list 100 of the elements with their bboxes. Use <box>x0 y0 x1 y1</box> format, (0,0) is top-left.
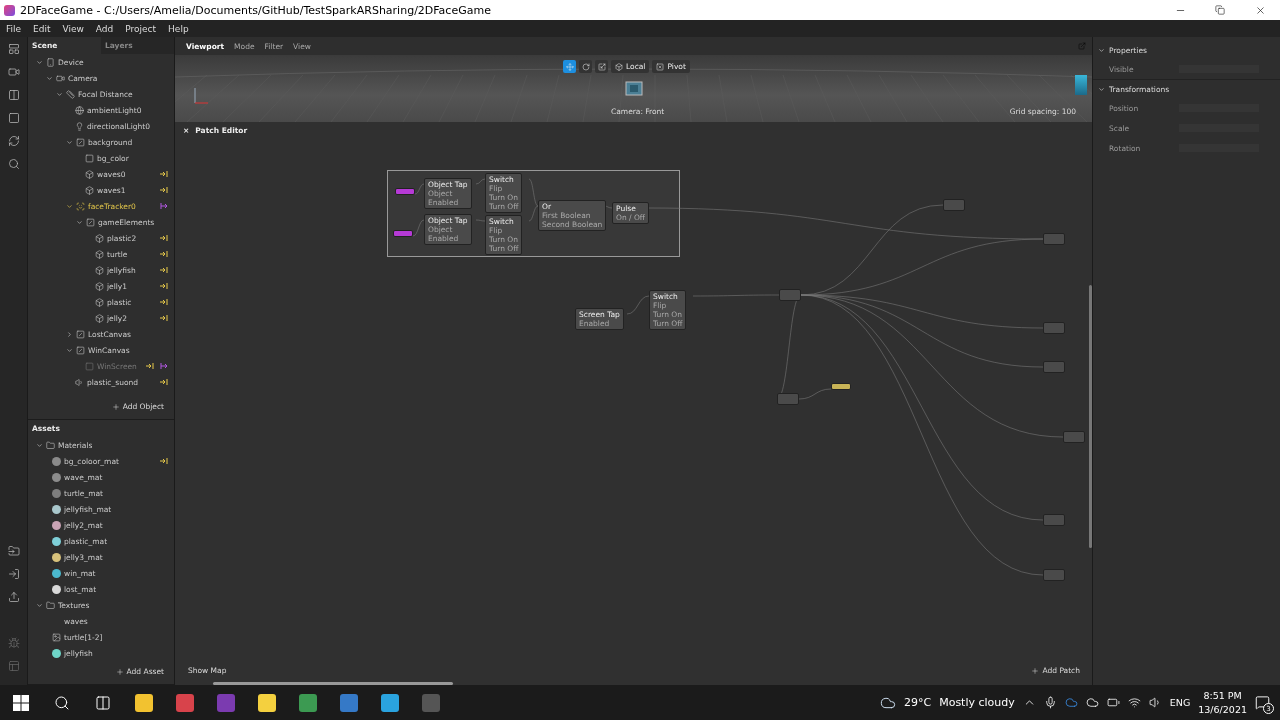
volume-icon <box>1148 696 1162 709</box>
camera-icon <box>56 73 65 83</box>
scrollbar[interactable] <box>1089 285 1092 548</box>
jellyfish-texture-icon <box>52 648 61 658</box>
phone-icon <box>46 57 55 67</box>
expand-caret-icon[interactable] <box>36 601 43 609</box>
device-login-icon <box>7 568 20 580</box>
transform-tool-button[interactable] <box>563 60 576 73</box>
rectangle-icon <box>85 153 94 163</box>
patch-input-icon[interactable] <box>160 315 168 321</box>
expand-caret-icon[interactable] <box>1098 46 1105 54</box>
cloud-icon <box>1085 696 1099 709</box>
expand-caret-icon[interactable] <box>46 74 53 82</box>
expand-caret-icon[interactable] <box>66 346 73 354</box>
clock-time: 8:51 PM <box>1203 690 1242 701</box>
canvas-icon <box>76 329 85 339</box>
patch-input-icon[interactable] <box>160 283 168 289</box>
scrollbar[interactable] <box>213 682 453 685</box>
patch-input-icon[interactable] <box>160 299 168 305</box>
patch-input-icon[interactable] <box>160 171 168 177</box>
layout-icon <box>7 43 20 55</box>
menu-item[interactable]: View <box>56 23 90 34</box>
patch-node[interactable] <box>831 383 851 390</box>
expand-caret-icon[interactable] <box>36 58 43 66</box>
plus-icon <box>1031 666 1040 675</box>
patch-input-icon[interactable] <box>160 251 168 257</box>
folder-icon <box>7 545 20 557</box>
menu-item[interactable]: Add <box>89 23 120 34</box>
transform-tool-button[interactable] <box>595 60 608 73</box>
microphone-icon <box>1043 696 1057 709</box>
camera-preview-thumbnail[interactable] <box>1075 75 1087 95</box>
expand-caret-icon[interactable] <box>1098 85 1105 93</box>
plane-icon <box>95 233 104 243</box>
canvas-icon <box>76 137 85 147</box>
patch-node[interactable] <box>1043 569 1065 581</box>
task-view-icon <box>94 694 111 711</box>
pivot-icon <box>656 62 665 71</box>
cloud-icon <box>1064 696 1078 709</box>
patch-input-icon[interactable] <box>160 267 168 273</box>
plus-icon <box>115 667 124 676</box>
patch-node[interactable] <box>1043 322 1065 334</box>
search-icon <box>53 694 70 711</box>
app-logo-icon <box>4 4 15 16</box>
camera-object-icon <box>625 80 643 96</box>
globe-icon <box>75 105 84 115</box>
move-icon <box>565 62 574 71</box>
plane-icon <box>95 265 104 275</box>
plus-icon <box>111 402 120 411</box>
expand-caret-icon[interactable] <box>66 138 73 146</box>
plane-icon <box>95 249 104 259</box>
menu-item[interactable]: Project <box>119 23 163 34</box>
patch-node[interactable] <box>1043 361 1065 373</box>
bug-icon <box>7 637 20 649</box>
patch-input-icon[interactable] <box>160 379 168 385</box>
search-icon <box>7 158 20 170</box>
plane-icon <box>95 313 104 323</box>
transform-tool-button[interactable] <box>579 60 592 73</box>
scale-icon <box>597 62 606 71</box>
patch-node[interactable] <box>777 393 799 405</box>
menu-item[interactable]: Edit <box>27 23 57 34</box>
battery-icon <box>1106 696 1120 709</box>
patch-node[interactable] <box>943 199 965 211</box>
patch-node[interactable] <box>393 230 413 237</box>
expand-caret-icon[interactable] <box>36 441 43 449</box>
rotate-icon <box>581 62 590 71</box>
window-title: 2DFaceGame - C:/Users/Amelia/Documents/GitHub/TestSparkARSharing/2DFaceGame <box>20 3 491 17</box>
windows-logo-icon <box>12 694 29 711</box>
patch-node[interactable] <box>779 289 801 301</box>
weather-label: Mostly cloudy <box>939 696 1015 709</box>
patch-input-icon[interactable] <box>160 458 168 464</box>
expand-caret-icon[interactable] <box>66 202 73 210</box>
rectangle-icon <box>85 361 94 371</box>
patch-node[interactable] <box>395 188 415 195</box>
menu-item[interactable]: Help <box>162 23 195 34</box>
patch-node[interactable] <box>1063 431 1085 443</box>
face-tracker-icon <box>76 201 85 211</box>
language-indicator[interactable]: ENG <box>1169 697 1191 708</box>
temperature-label: 29°C <box>904 696 932 709</box>
ruler-icon <box>66 89 75 99</box>
patch-input-icon[interactable] <box>160 235 168 241</box>
menu-item[interactable]: File <box>0 23 28 34</box>
canvas-icon <box>76 345 85 355</box>
clock-date: 13/6/2021 <box>1198 704 1247 715</box>
expand-caret-icon[interactable] <box>56 90 63 98</box>
video-icon <box>7 66 20 78</box>
patch-node[interactable] <box>1043 514 1065 526</box>
pop-out-icon <box>1078 42 1086 50</box>
columns-icon <box>7 89 20 101</box>
expand-caret-icon[interactable] <box>66 330 73 338</box>
square-icon <box>7 112 20 124</box>
patch-input-icon[interactable] <box>160 187 168 193</box>
patch-node[interactable] <box>1043 233 1065 245</box>
canvas-icon <box>86 217 95 227</box>
plane-icon <box>85 169 94 179</box>
restore-icon <box>1215 4 1225 15</box>
expand-caret-icon[interactable] <box>76 218 83 226</box>
patch-output-icon[interactable] <box>160 203 168 209</box>
wifi-icon <box>1127 696 1141 709</box>
light-icon <box>75 121 84 131</box>
panel-icon <box>7 660 20 672</box>
